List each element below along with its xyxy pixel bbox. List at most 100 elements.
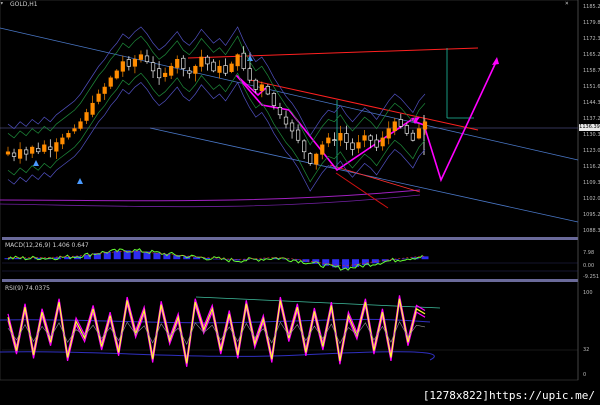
candle: [253, 79, 258, 90]
macd-bar: [342, 259, 350, 269]
price-axis-label: 1102.00: [583, 196, 600, 202]
price-axis-label: 1185.20: [583, 4, 600, 10]
candle: [54, 142, 59, 152]
candle: [374, 139, 379, 148]
candle: [332, 139, 337, 141]
price-axis-label: 1109.30: [583, 180, 600, 186]
price-axis-label: 1137.20: [583, 116, 600, 122]
candle: [36, 148, 41, 153]
chart-frame: [0, 0, 579, 381]
candle: [241, 52, 246, 69]
rsi-scale-mid: 32: [583, 347, 590, 353]
macd-bar: [213, 258, 220, 260]
candle: [326, 137, 331, 144]
candle: [138, 54, 144, 60]
main-panel-title: GOLD,H1: [10, 1, 38, 8]
candle: [380, 137, 385, 147]
candle: [235, 54, 240, 67]
candle: [48, 146, 53, 150]
candle: [102, 86, 107, 94]
watermark: [1278x822]https://upic.me/: [420, 389, 597, 402]
candle: [302, 140, 307, 153]
candle: [114, 70, 119, 79]
price-axis-label: 1172.30: [583, 36, 600, 42]
macd-scale-bottom: -9.251: [583, 274, 600, 280]
candle: [96, 93, 101, 102]
candle: [247, 68, 252, 81]
candle: [416, 128, 422, 139]
separator-main-macd[interactable]: [2, 237, 578, 240]
candle: [229, 63, 234, 72]
candle: [42, 144, 47, 152]
macd-bar: [421, 256, 429, 260]
candle: [90, 102, 95, 115]
candle: [277, 107, 283, 116]
candle: [187, 70, 192, 74]
candle: [223, 65, 228, 74]
macd-bar: [113, 251, 121, 260]
macd-bar: [302, 259, 310, 263]
candle: [66, 132, 71, 138]
candle: [283, 116, 289, 125]
candle: [356, 142, 361, 149]
gold-chart[interactable]: [0, 0, 600, 405]
candle: [362, 135, 367, 141]
price-axis-label: 1165.20: [583, 52, 600, 58]
price-axis-label: 1144.30: [583, 100, 600, 106]
candle: [271, 93, 277, 106]
candle: [259, 84, 264, 91]
candle: [350, 142, 355, 150]
macd-bar: [371, 259, 379, 264]
candle: [295, 129, 301, 141]
candle: [30, 146, 35, 154]
macd-scale-top: 7.98: [583, 250, 595, 256]
rsi-scale-bottom: 0: [583, 372, 587, 378]
candle: [5, 151, 11, 155]
candle: [422, 121, 428, 130]
candle: [181, 57, 186, 69]
candle: [265, 86, 270, 95]
candle: [108, 77, 113, 87]
candle: [193, 65, 198, 74]
macd-scale-zero: 0.00: [583, 263, 595, 269]
candle: [150, 62, 156, 72]
candle: [368, 135, 373, 141]
candle: [84, 112, 89, 121]
candle: [169, 65, 174, 76]
candle: [132, 59, 138, 67]
candle: [205, 56, 210, 65]
candle: [314, 153, 319, 165]
chart-menu-icon[interactable]: ▾: [0, 0, 4, 7]
price-axis-label: 1158.70: [583, 68, 600, 74]
price-axis-label: 1123.00: [583, 148, 600, 154]
candle: [410, 132, 416, 141]
macd-bar: [133, 250, 141, 260]
price-axis-label: 1179.80: [583, 20, 600, 26]
candle: [199, 56, 204, 67]
candle: [17, 149, 23, 159]
rsi-scale-top: 100: [583, 290, 593, 296]
macd-bar: [163, 253, 171, 260]
candle: [338, 132, 343, 141]
rsi-panel-title: RSI(9) 74.0375: [5, 285, 50, 292]
price-axis-label: 1095.20: [583, 212, 600, 218]
chart-close-icon[interactable]: ×: [565, 0, 569, 7]
candle: [289, 122, 295, 132]
candle: [156, 68, 162, 79]
candle: [126, 59, 131, 67]
candle: [11, 152, 17, 157]
separator-macd-rsi[interactable]: [2, 279, 578, 282]
candle: [144, 55, 150, 62]
candle: [217, 65, 222, 73]
candle: [163, 72, 168, 77]
candle: [392, 121, 397, 132]
candle: [308, 153, 313, 164]
candle: [24, 149, 29, 155]
candle: [386, 128, 391, 139]
candle: [344, 133, 349, 143]
macd-bar: [153, 252, 161, 260]
candle: [72, 128, 77, 132]
candle: [404, 125, 409, 134]
candle: [120, 61, 125, 72]
price-axis-label: 1116.20: [583, 164, 600, 170]
